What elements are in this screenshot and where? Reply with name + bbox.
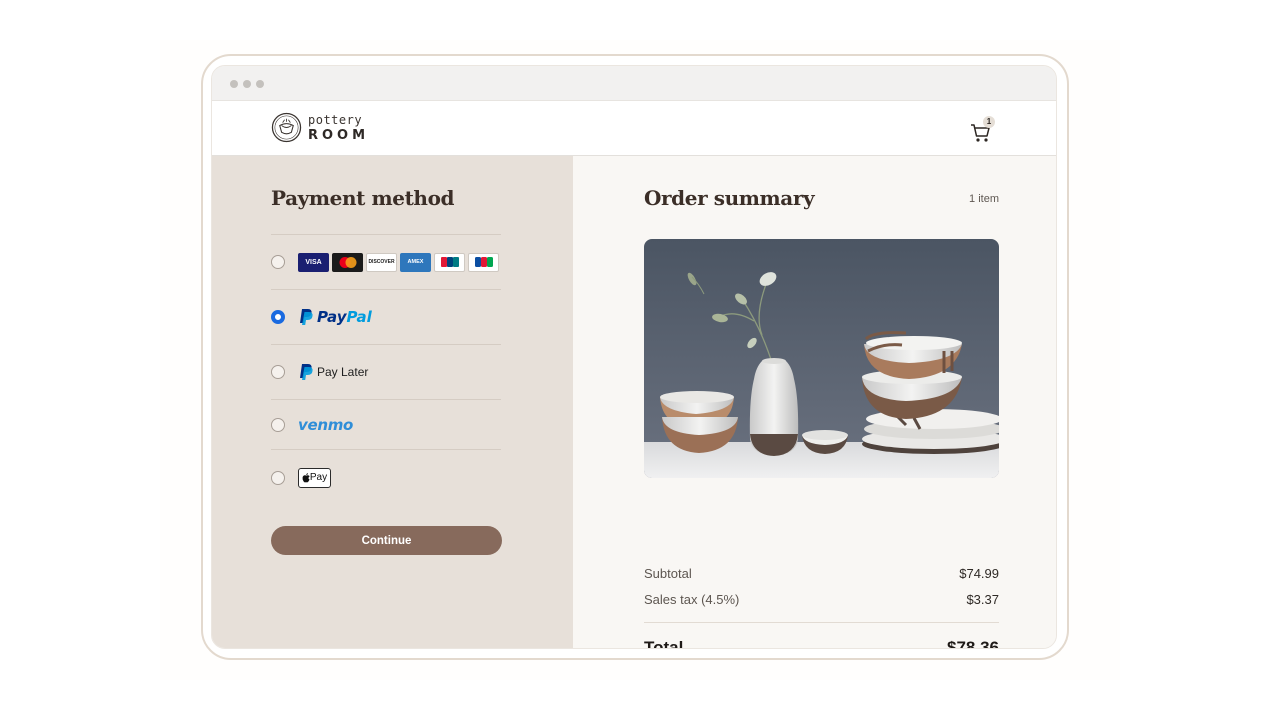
venmo-logo: venmo bbox=[298, 416, 353, 434]
brand-logo[interactable]: pottery ROOM bbox=[271, 112, 369, 143]
window-dot-icon[interactable] bbox=[243, 80, 251, 88]
payment-option-venmo[interactable]: venmo bbox=[271, 399, 501, 449]
radio-icon[interactable] bbox=[271, 417, 285, 432]
brand-name-bottom: ROOM bbox=[308, 127, 370, 143]
payment-option-applepay[interactable]: Pay bbox=[271, 449, 501, 505]
subtotal-value: $74.99 bbox=[959, 566, 999, 581]
discover-card-icon: DISCOVER bbox=[366, 252, 397, 272]
continue-button[interactable]: Continue bbox=[271, 526, 502, 555]
item-count: 1 item bbox=[969, 193, 999, 205]
total-value: $78.36 bbox=[947, 638, 999, 649]
summary-divider bbox=[644, 622, 999, 623]
payment-title: Payment method bbox=[271, 186, 455, 210]
tax-row: Sales tax (4.5%) $3.37 bbox=[644, 592, 999, 607]
radio-icon[interactable] bbox=[271, 310, 285, 324]
applepay-logo: Pay bbox=[298, 467, 331, 488]
brand-name-top: pottery bbox=[308, 112, 363, 127]
payment-option-paypal[interactable]: PayPal bbox=[271, 289, 501, 344]
applepay-label: Pay bbox=[309, 472, 328, 483]
applepay-badge: Pay bbox=[298, 467, 331, 488]
subtotal-row: Subtotal $74.99 bbox=[644, 566, 999, 581]
mastercard-card-icon bbox=[332, 252, 363, 272]
subtotal-label: Subtotal bbox=[644, 566, 692, 581]
cart-button[interactable]: 1 bbox=[970, 116, 1000, 144]
tax-label: Sales tax (4.5%) bbox=[644, 592, 740, 607]
radio-icon[interactable] bbox=[271, 255, 285, 269]
window-dot-icon[interactable] bbox=[230, 80, 238, 88]
payment-option-paylater[interactable]: Pay Later bbox=[271, 344, 501, 399]
tax-value: $3.37 bbox=[966, 592, 999, 607]
radio-icon[interactable] bbox=[271, 470, 285, 485]
total-label: Total bbox=[644, 638, 684, 649]
browser-window: pottery ROOM 1 Payment method VISA DISCO… bbox=[211, 65, 1057, 649]
window-controls bbox=[230, 80, 264, 88]
order-summary-title: Order summary bbox=[644, 186, 815, 210]
browser-chrome bbox=[212, 66, 1056, 101]
product-image bbox=[644, 239, 999, 478]
total-row: Total $78.36 bbox=[644, 638, 999, 649]
radio-icon[interactable] bbox=[271, 365, 285, 379]
visa-card-icon: VISA bbox=[298, 252, 329, 272]
payment-options: VISA DISCOVER AMEX PayPal Pay Later venm… bbox=[271, 234, 501, 505]
jcb-card-icon bbox=[468, 252, 499, 272]
paylater-label: Pay Later bbox=[317, 365, 369, 379]
payment-panel: Payment method VISA DISCOVER AMEX PayPal… bbox=[212, 156, 573, 648]
cart-count-badge: 1 bbox=[983, 116, 995, 128]
order-summary-panel: Order summary 1 item Subtotal $74.99 Sal… bbox=[573, 156, 1056, 649]
paypal-label: PayPal bbox=[317, 308, 372, 326]
apple-icon bbox=[302, 472, 310, 482]
paylater-logo: Pay Later bbox=[298, 363, 368, 381]
paypal-icon bbox=[300, 309, 313, 325]
payment-option-card[interactable]: VISA DISCOVER AMEX bbox=[271, 234, 501, 289]
unionpay-card-icon bbox=[434, 252, 465, 272]
window-dot-icon[interactable] bbox=[256, 80, 264, 88]
paypal-logo: PayPal bbox=[298, 308, 372, 326]
pottery-logo-icon bbox=[271, 112, 302, 143]
paypal-label-pay: Pay bbox=[317, 308, 347, 326]
paypal-label-pal: Pal bbox=[346, 308, 372, 326]
site-header: pottery ROOM 1 bbox=[212, 101, 1056, 156]
venmo-label: venmo bbox=[298, 415, 354, 434]
card-logos: VISA DISCOVER AMEX bbox=[298, 252, 499, 272]
paypal-icon bbox=[300, 364, 313, 380]
amex-card-icon: AMEX bbox=[400, 252, 431, 272]
